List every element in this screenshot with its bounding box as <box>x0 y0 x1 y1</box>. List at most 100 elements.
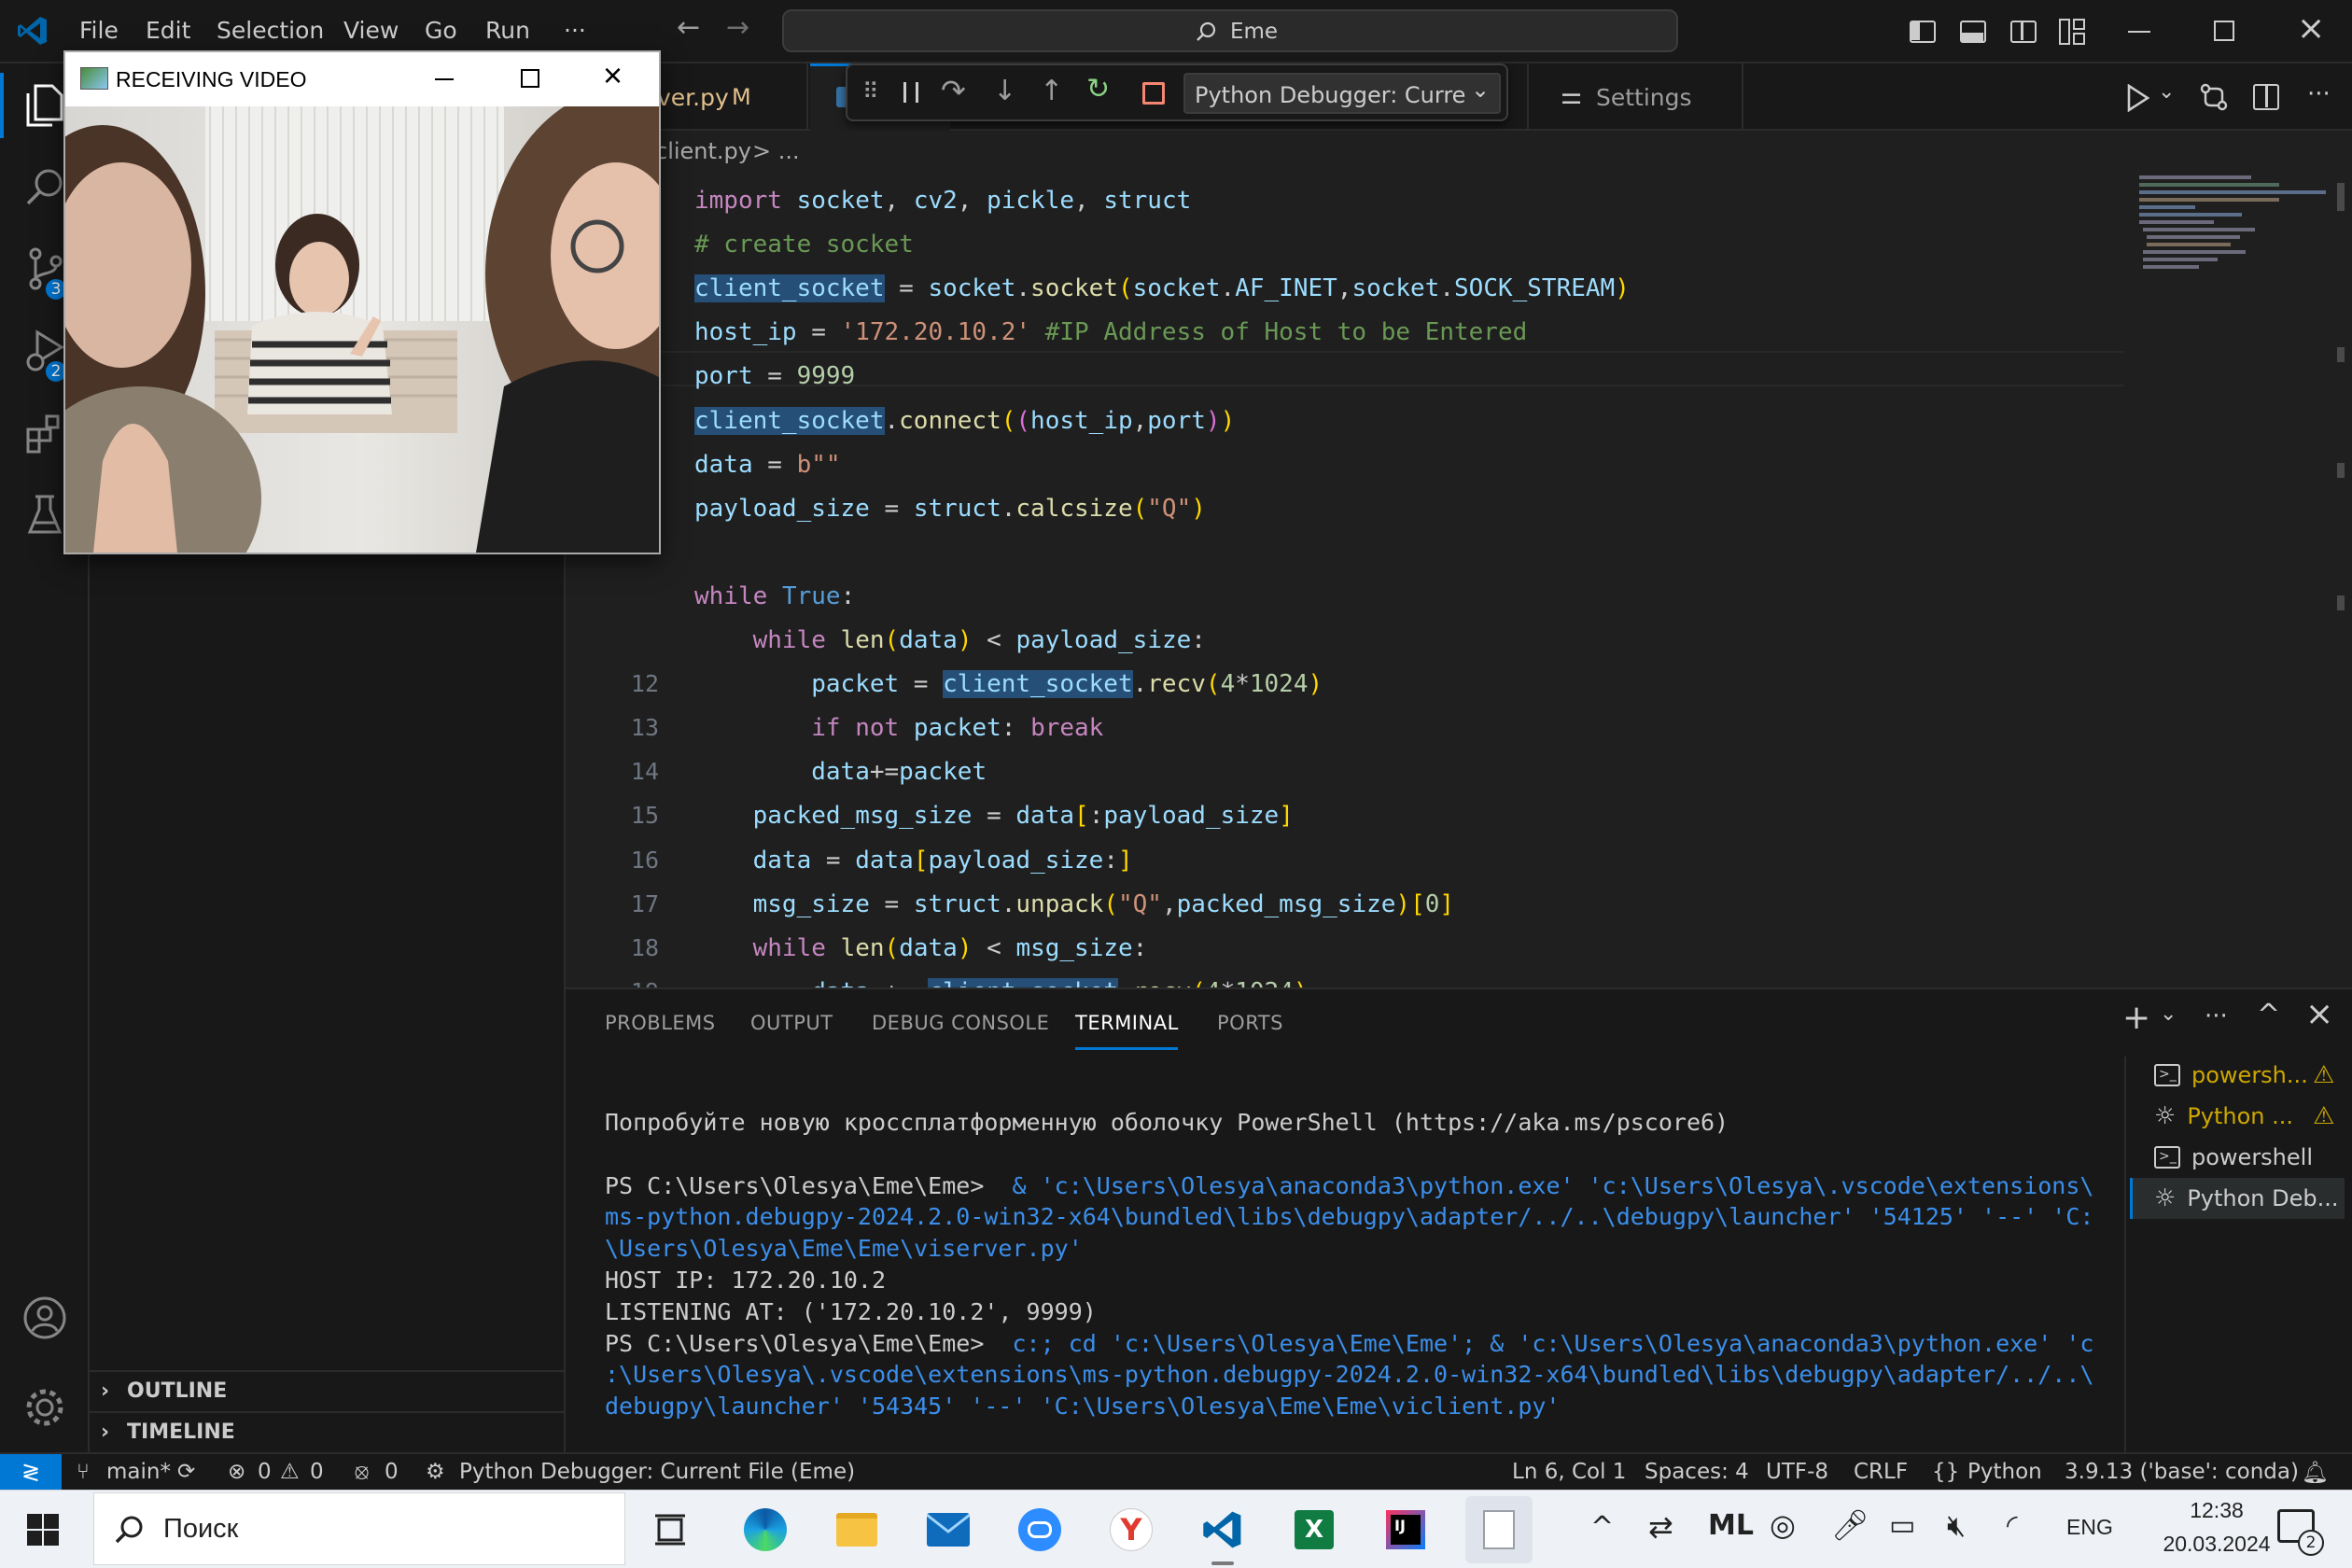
wifi-icon[interactable]: ◜ <box>2007 1509 2018 1542</box>
python-interpreter[interactable]: 3.9.13 ('base': conda) <box>2065 1460 2299 1484</box>
ports-icon[interactable]: ⦻ <box>355 1460 369 1484</box>
code-line: client_socket = socket.socket(socket.AF_… <box>694 274 1630 303</box>
breadcrumb-file[interactable]: client.py <box>655 138 751 164</box>
minimize-icon[interactable] <box>2128 31 2150 33</box>
maximize-panel-chevron-up-icon[interactable]: ^ <box>2257 999 2280 1031</box>
clock-date[interactable]: 20.03.2024 <box>2143 1532 2290 1557</box>
tab-terminal[interactable]: TERMINAL <box>1075 1012 1179 1034</box>
cursor-position[interactable]: Ln 6, Col 1 <box>1512 1460 1626 1484</box>
toggle-panel-icon[interactable] <box>1960 21 1986 43</box>
stop-icon[interactable] <box>1142 82 1165 105</box>
video-close-icon[interactable]: × <box>603 56 623 95</box>
close-window-icon[interactable]: × <box>2297 9 2325 48</box>
drag-handle-icon[interactable]: ⠿ <box>862 78 879 105</box>
start-windows-icon[interactable] <box>17 1504 69 1556</box>
debug-config-select[interactable]: Python Debugger: Curre ⌄ <box>1183 73 1501 114</box>
restart-icon[interactable]: ↻ <box>1086 73 1110 105</box>
tab-problems[interactable]: PROBLEMS <box>605 1012 716 1034</box>
task-view-icon[interactable] <box>644 1504 696 1556</box>
indentation[interactable]: Spaces: 4 <box>1645 1460 1749 1484</box>
chat-app-icon[interactable] <box>1014 1504 1066 1556</box>
terminal-list-item[interactable]: >_ powershell <box>2130 1137 2345 1178</box>
terminal-dropdown-icon[interactable]: ⌄ <box>2160 1002 2177 1026</box>
scrollbar[interactable] <box>2330 174 2350 986</box>
step-over-icon[interactable]: ↷ <box>941 73 966 108</box>
run-dropdown-chevron-icon[interactable]: ⌄ <box>2158 80 2175 104</box>
menu-more[interactable]: ··· <box>564 17 586 44</box>
more-actions-icon[interactable]: ··· <box>2307 80 2331 108</box>
panel-more-icon[interactable]: ··· <box>2205 1002 2228 1030</box>
timeline-section[interactable]: › TIMELINE <box>90 1411 564 1450</box>
tab-debug-console[interactable]: DEBUG CONSOLE <box>872 1012 1049 1034</box>
receiving-video-window[interactable]: RECEIVING VIDEO × <box>63 50 661 554</box>
vscode-taskbar-icon[interactable] <box>1197 1504 1249 1556</box>
restore-icon[interactable] <box>2214 21 2234 41</box>
tray-settings-icon[interactable]: ⇄ <box>1648 1509 1673 1545</box>
input-language[interactable]: ENG <box>2066 1515 2113 1540</box>
encoding[interactable]: UTF-8 <box>1766 1460 1828 1484</box>
toggle-secondary-sidebar-icon[interactable] <box>2010 21 2037 43</box>
terminal-list-item[interactable]: >_ powersh... ⚠ <box>2130 1055 2345 1096</box>
tab-settings[interactable]: ⚌ Settings <box>1527 63 1743 131</box>
tab-ports[interactable]: PORTS <box>1217 1012 1283 1034</box>
back-arrow-icon[interactable]: ← <box>677 11 700 44</box>
battery-icon[interactable]: ▭ <box>1889 1509 1915 1542</box>
menu-edit[interactable]: Edit <box>146 17 190 44</box>
speaker-muted-icon[interactable]: 🔇︎ <box>1947 1507 1966 1544</box>
mail-icon[interactable] <box>922 1504 974 1556</box>
debug-config-status[interactable]: Python Debugger: Current File (Eme) <box>459 1460 855 1484</box>
command-center-search[interactable]: Eme <box>782 9 1678 52</box>
error-icon[interactable]: ⊗ <box>228 1460 245 1484</box>
git-branch[interactable]: main* <box>106 1460 171 1484</box>
language-mode[interactable]: Python <box>1967 1460 2042 1484</box>
ports-count[interactable]: 0 <box>385 1460 399 1484</box>
breadcrumb-rest[interactable]: > ... <box>752 138 800 164</box>
video-window-titlebar[interactable]: RECEIVING VIDEO × <box>65 52 659 106</box>
manage-gear-icon[interactable] <box>0 1366 90 1449</box>
code-editor[interactable]: 121314151617181920212223 import socket, … <box>566 174 2352 987</box>
terminal-list-item-active[interactable]: ☼ Python Deb... <box>2130 1178 2345 1219</box>
menu-file[interactable]: File <box>79 17 119 44</box>
step-into-icon[interactable]: ↓ <box>993 75 1016 107</box>
warning-status-icon[interactable]: ⚠ <box>280 1460 300 1484</box>
menu-selection[interactable]: Selection <box>217 17 324 44</box>
menu-view[interactable]: View <box>343 17 399 44</box>
split-editor-icon[interactable] <box>2253 84 2279 110</box>
forward-arrow-icon[interactable]: → <box>726 11 749 44</box>
microphone-icon[interactable]: 🎤︎ <box>1831 1507 1869 1543</box>
blank-document-icon[interactable] <box>1473 1504 1525 1556</box>
minimap[interactable] <box>2130 174 2326 276</box>
new-terminal-plus-icon[interactable]: + <box>2122 999 2150 1037</box>
taskbar-search-box[interactable]: Поиск <box>93 1492 625 1565</box>
outline-section[interactable]: › OUTLINE <box>90 1370 564 1409</box>
warning-count[interactable]: 0 <box>310 1460 324 1484</box>
video-maximize-icon[interactable] <box>521 69 539 88</box>
close-panel-icon[interactable]: × <box>2305 995 2333 1033</box>
show-hidden-icons-chevron-icon[interactable]: ^ <box>1590 1511 1614 1544</box>
compare-changes-icon[interactable] <box>2199 82 2229 112</box>
step-out-icon[interactable]: ↑ <box>1040 75 1063 107</box>
yandex-browser-icon[interactable]: Y <box>1105 1504 1157 1556</box>
tray-webcam-icon[interactable]: ◎ <box>1770 1507 1796 1543</box>
run-python-file-icon[interactable] <box>2126 84 2150 112</box>
remote-indicator[interactable]: ≷ <box>0 1454 62 1491</box>
menu-go[interactable]: Go <box>425 17 457 44</box>
line-ending[interactable]: CRLF <box>1854 1460 1908 1484</box>
notifications-bell-icon[interactable]: 🔔︎ <box>2302 1460 2329 1485</box>
pause-icon[interactable] <box>903 82 918 103</box>
sync-icon[interactable]: ⟳ <box>177 1460 195 1484</box>
terminal-list-item[interactable]: ☼ Python ... ⚠ <box>2130 1096 2345 1137</box>
tab-output[interactable]: OUTPUT <box>750 1012 833 1034</box>
accounts-icon[interactable] <box>0 1277 90 1359</box>
video-minimize-icon[interactable] <box>435 78 454 80</box>
error-count[interactable]: 0 <box>258 1460 272 1484</box>
excel-icon[interactable]: X <box>1288 1504 1340 1556</box>
clock-time[interactable]: 12:38 <box>2156 1498 2277 1523</box>
toggle-primary-sidebar-icon[interactable] <box>1910 21 1936 43</box>
tray-app-icon[interactable]: ML <box>1708 1509 1754 1542</box>
customize-layout-icon[interactable] <box>2059 19 2087 45</box>
edge-browser-icon[interactable] <box>739 1504 791 1556</box>
menu-run[interactable]: Run <box>485 17 530 44</box>
intellij-icon[interactable]: IJ <box>1379 1504 1432 1556</box>
file-explorer-icon[interactable] <box>831 1504 883 1556</box>
